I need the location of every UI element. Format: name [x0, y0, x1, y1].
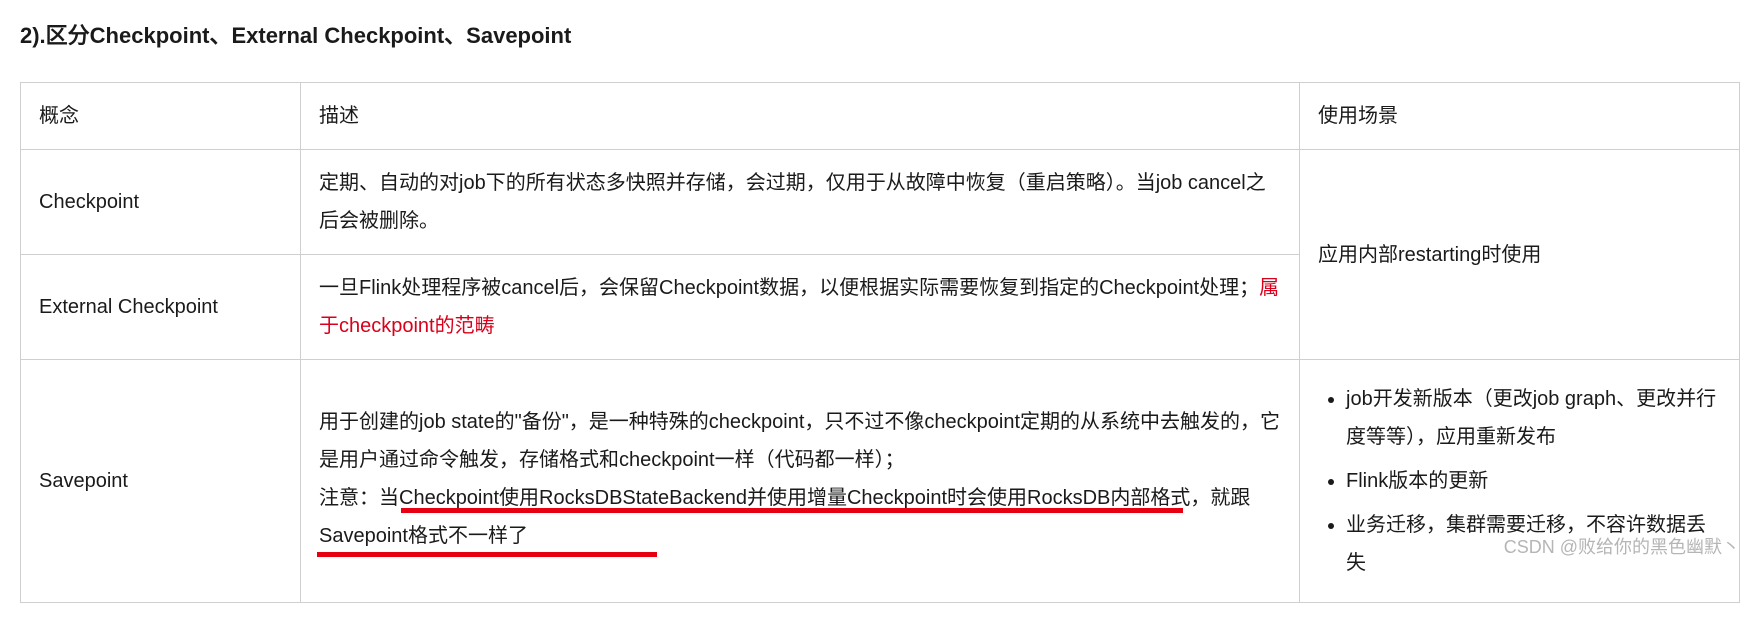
section-heading: 2).区分Checkpoint、External Checkpoint、Save… — [20, 18, 1740, 50]
red-underline-icon — [317, 552, 657, 557]
comparison-table: 概念 描述 使用场景 Checkpoint 定期、自动的对job下的所有状态多快… — [20, 82, 1740, 603]
note-prefix: 注意： — [319, 487, 379, 509]
list-item: job开发新版本（更改job graph、更改并行度等等），应用重新发布 — [1346, 380, 1721, 456]
cell-desc-external: 一旦Flink处理程序被cancel后，会保留Checkpoint数据，以便根据… — [301, 255, 1300, 360]
header-description: 描述 — [301, 83, 1300, 150]
red-underline-icon — [401, 508, 1183, 513]
table-row: Checkpoint 定期、自动的对job下的所有状态多快照并存储，会过期，仅用… — [21, 150, 1740, 255]
cell-concept-external: External Checkpoint — [21, 255, 301, 360]
cell-concept-savepoint: Savepoint — [21, 360, 301, 603]
header-usage: 使用场景 — [1300, 83, 1740, 150]
cell-usage-restarting: 应用内部restarting时使用 — [1300, 150, 1740, 360]
table-header-row: 概念 描述 使用场景 — [21, 83, 1740, 150]
cell-usage-savepoint: job开发新版本（更改job graph、更改并行度等等），应用重新发布 Fli… — [1300, 360, 1740, 603]
table-row: Savepoint 用于创建的job state的"备份"，是一种特殊的chec… — [21, 360, 1740, 603]
cell-desc-savepoint: 用于创建的job state的"备份"，是一种特殊的checkpoint，只不过… — [301, 360, 1300, 603]
desc-external-prefix: 一旦Flink处理程序被cancel后，会保留Checkpoint数据，以便根据… — [319, 277, 1259, 299]
cell-concept-checkpoint: Checkpoint — [21, 150, 301, 255]
list-item: 业务迁移，集群需要迁移，不容许数据丢失 — [1346, 506, 1721, 582]
usage-list: job开发新版本（更改job graph、更改并行度等等），应用重新发布 Fli… — [1318, 380, 1721, 582]
header-concept: 概念 — [21, 83, 301, 150]
note-underlined: 当Checkpoint使用RocksDBStateBackend并使用增量Che… — [319, 487, 1250, 547]
cell-desc-checkpoint: 定期、自动的对job下的所有状态多快照并存储，会过期，仅用于从故障中恢复（重启策… — [301, 150, 1300, 255]
savepoint-desc-main: 用于创建的job state的"备份"，是一种特殊的checkpoint，只不过… — [319, 403, 1281, 479]
savepoint-desc-note: 注意：当Checkpoint使用RocksDBStateBackend并使用增量… — [319, 479, 1281, 555]
list-item: Flink版本的更新 — [1346, 462, 1721, 500]
